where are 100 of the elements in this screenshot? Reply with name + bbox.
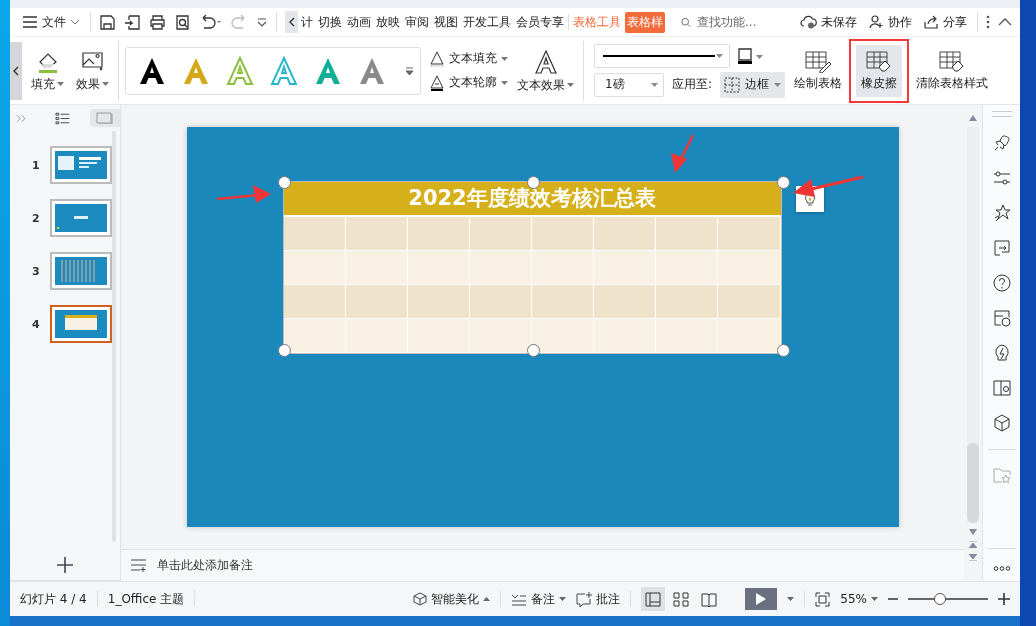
sliders-icon[interactable] (992, 169, 1011, 187)
save-icon[interactable] (99, 13, 116, 31)
share-button[interactable]: 分享 (922, 11, 969, 33)
more-icon[interactable] (986, 15, 990, 29)
screen-icon[interactable] (992, 239, 1011, 257)
box-icon[interactable] (992, 414, 1011, 432)
folder-star-icon[interactable] (992, 467, 1011, 483)
collapse-icon[interactable] (998, 18, 1012, 26)
rocket-icon[interactable] (992, 134, 1011, 152)
table-cell (594, 217, 657, 251)
ribbon-tab[interactable]: 审阅 (404, 12, 430, 32)
caret-icon (716, 53, 723, 58)
table-cell (532, 319, 595, 353)
caret-icon (774, 82, 782, 87)
comments-button[interactable]: 批注 (576, 590, 621, 608)
text-fill-icon (429, 50, 445, 67)
text-outline-button[interactable]: 文本轮廓 (429, 74, 508, 91)
scrollbar-thumb[interactable] (967, 443, 979, 523)
clear-style-button[interactable]: 清除表格样式 (913, 48, 992, 93)
scrollbar-track[interactable] (112, 131, 116, 542)
scroll-up-icon[interactable] (969, 115, 977, 121)
table-cell (594, 285, 657, 319)
ribbon-tab[interactable]: 切换 (317, 12, 343, 32)
search-field[interactable]: 查找功能... (681, 14, 771, 30)
book-icon[interactable] (992, 379, 1011, 397)
dropdown-icon[interactable] (787, 597, 795, 601)
border-dropdown[interactable]: 边框 (720, 71, 786, 98)
text-fill-button[interactable]: 文本填充 (429, 50, 508, 67)
slide-number: 1 (32, 158, 40, 172)
scroll-down-icon[interactable] (969, 529, 977, 535)
slide-number: 3 (32, 264, 40, 278)
add-note-icon (131, 559, 147, 572)
table-cell (656, 217, 719, 251)
collaborate-button[interactable]: 协作 (867, 11, 914, 33)
thumbnail-view-tab[interactable] (89, 109, 120, 127)
notes-icon (511, 592, 528, 606)
text-effect-button[interactable]: 文本效果 (514, 46, 577, 95)
slide-thumbnail[interactable] (50, 252, 112, 290)
add-person-icon (869, 15, 884, 29)
print-icon[interactable] (149, 13, 166, 31)
table-eraser-icon (866, 50, 893, 73)
table-cell (407, 285, 470, 319)
caret-icon (567, 83, 574, 87)
zoom-in-icon[interactable] (998, 593, 1010, 605)
table-cell (283, 285, 346, 319)
ribbon-tab[interactable]: 会员专享 (515, 12, 565, 32)
slide-thumbnail[interactable] (50, 146, 112, 184)
ribbon-tab[interactable]: 计 (300, 12, 314, 32)
theme-name[interactable]: 1_Office 主题 (107, 590, 185, 608)
eraser-button[interactable]: 橡皮擦 (856, 44, 903, 97)
play-button[interactable] (745, 588, 778, 610)
add-slide-icon[interactable] (57, 557, 73, 573)
more-icon[interactable] (992, 566, 1011, 571)
preview-icon[interactable] (174, 13, 191, 31)
caret-icon (57, 82, 64, 86)
line-style-dropdown[interactable] (594, 43, 730, 68)
resize-handle[interactable] (277, 344, 291, 357)
effects-button[interactable]: 效果 (73, 47, 112, 94)
table-cell (594, 251, 657, 285)
ribbon-tab[interactable]: 动画 (346, 12, 372, 32)
ribbon-tab[interactable]: 开发工具 (462, 12, 512, 32)
ribbon-tab[interactable]: 放映 (375, 12, 401, 32)
resize-handle[interactable] (277, 176, 291, 189)
save-status-button[interactable]: 未保存 (798, 11, 859, 33)
table-cell (656, 251, 719, 285)
help-icon[interactable] (992, 274, 1011, 292)
caret-icon (871, 597, 878, 601)
search-icon (681, 15, 691, 29)
outline-view-icon[interactable] (55, 111, 70, 125)
text-outline-icon (429, 74, 445, 91)
zoom-level-dropdown[interactable]: 55% (840, 592, 878, 606)
notes-placeholder[interactable]: 单击此处添加备注 (157, 557, 253, 574)
slider-thumb[interactable] (934, 593, 946, 605)
border-color-icon[interactable] (738, 47, 764, 64)
star-icon[interactable] (992, 204, 1011, 222)
notes-button[interactable]: 备注 (511, 590, 567, 608)
previous-slide-icon[interactable] (969, 541, 977, 548)
next-slide-icon[interactable] (969, 554, 977, 561)
line-weight-dropdown[interactable]: 1磅 (594, 72, 664, 97)
expand-gallery-icon[interactable] (405, 65, 414, 76)
fill-button[interactable]: 填充 (28, 47, 67, 94)
file-menu[interactable]: 文件 (20, 11, 82, 33)
table-cell (718, 285, 781, 319)
dropdown-icon[interactable] (256, 16, 268, 28)
scroll-left-button[interactable] (285, 11, 298, 33)
caret-icon (501, 56, 508, 61)
table-cell (345, 251, 408, 285)
ribbon-tab[interactable]: 视图 (433, 12, 459, 32)
table-cell (532, 251, 595, 285)
export-icon[interactable] (124, 13, 141, 31)
slide-thumbnail[interactable] (50, 199, 112, 237)
beautify-button[interactable]: 智能美化 (413, 590, 491, 608)
table-cell (656, 285, 719, 319)
slide-thumbnail[interactable] (50, 305, 112, 343)
fit-window-icon[interactable] (815, 591, 831, 607)
bulb-icon[interactable] (992, 344, 1011, 362)
drag-handle[interactable] (991, 111, 1012, 117)
draw-table-button[interactable]: 绘制表格 (791, 48, 846, 93)
normal-view-button[interactable] (641, 587, 666, 611)
table-cell (469, 285, 532, 319)
